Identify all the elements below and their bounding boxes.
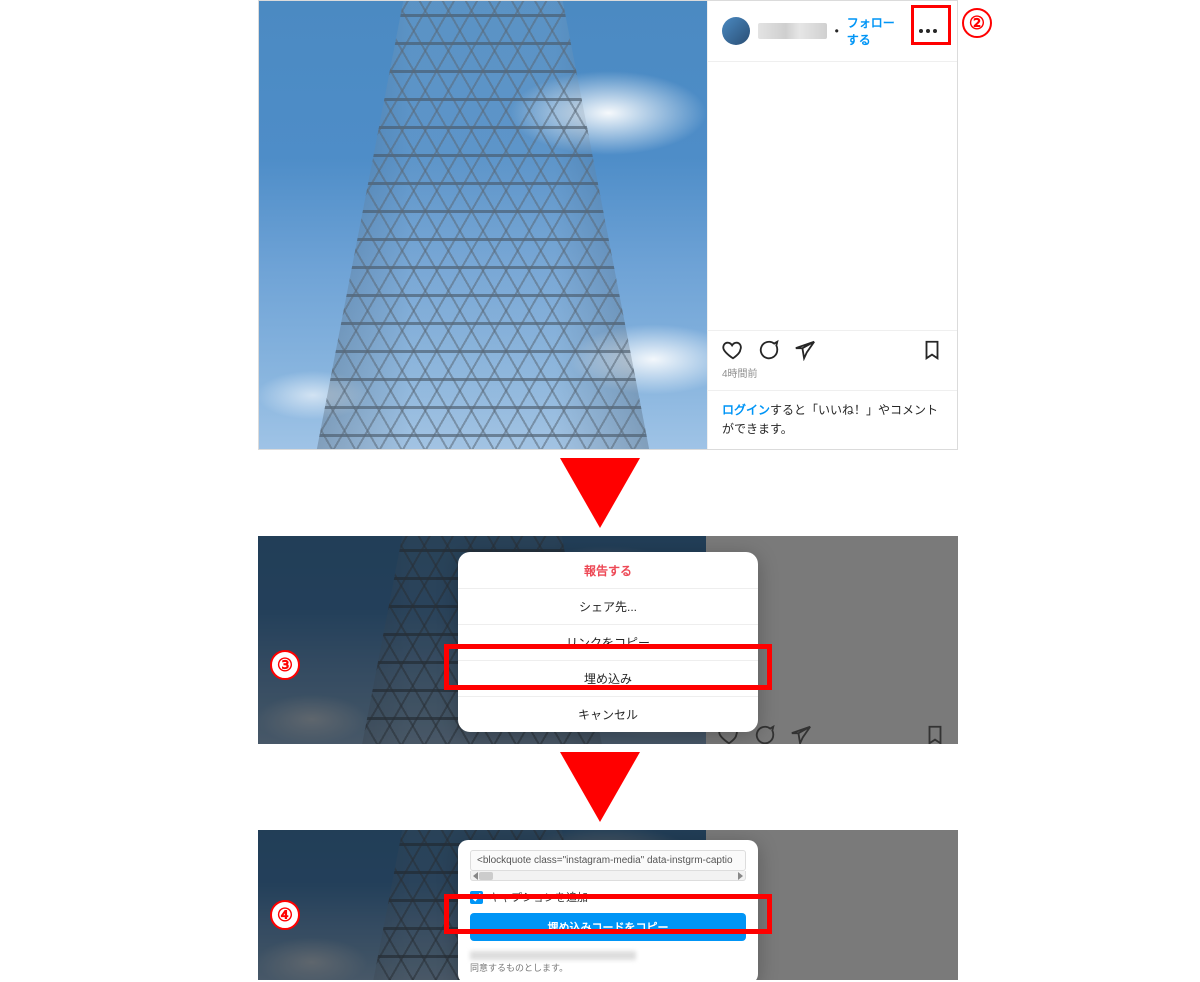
- embed-dialog-screenshot: <blockquote class="instagram-media" data…: [258, 830, 958, 980]
- username-blurred[interactable]: [758, 23, 827, 39]
- menu-item-embed[interactable]: 埋め込み: [458, 660, 758, 696]
- comment-icon[interactable]: [758, 339, 780, 361]
- save-icon[interactable]: [921, 339, 943, 361]
- avatar[interactable]: [722, 17, 750, 45]
- caption-checkbox-label: キャプションを追加: [489, 889, 588, 905]
- callout-2: ②: [962, 8, 992, 38]
- save-icon: [924, 724, 946, 744]
- terms-text: 同意するものとします。: [470, 949, 746, 974]
- timestamp: 4時間前: [708, 365, 957, 390]
- follow-link[interactable]: フォローする: [847, 14, 906, 48]
- scrollbar-thumb[interactable]: [479, 872, 493, 880]
- embed-dialog: <blockquote class="instagram-media" data…: [458, 840, 758, 980]
- scrollbar-horizontal[interactable]: [470, 871, 746, 881]
- menu-item-cancel[interactable]: キャンセル: [458, 696, 758, 732]
- post-sidebar: • フォローする 4時間前 ログインすると「いいね！」やコメントができます。: [707, 1, 957, 449]
- login-link[interactable]: ログイン: [722, 403, 770, 417]
- terms-blurred: [470, 951, 636, 960]
- terms-tail: 同意するものとします。: [470, 963, 568, 973]
- menu-item-share[interactable]: シェア先...: [458, 588, 758, 624]
- arrow-down-icon: [560, 752, 640, 822]
- more-options-button[interactable]: [914, 13, 943, 49]
- callout-3: ③: [270, 650, 300, 680]
- copy-embed-code-button[interactable]: 埋め込みコードをコピー: [470, 913, 746, 941]
- menu-item-report[interactable]: 報告する: [458, 552, 758, 588]
- like-icon[interactable]: [722, 339, 744, 361]
- more-icon: [919, 29, 937, 33]
- separator-dot: •: [835, 24, 839, 38]
- context-menu-screenshot: 報告する シェア先... リンクをコピー 埋め込み キャンセル ③: [258, 536, 958, 744]
- caption-checkbox-row[interactable]: キャプションを追加: [470, 889, 746, 905]
- login-prompt: ログインすると「いいね！」やコメントができます。: [708, 390, 957, 449]
- callout-4: ④: [270, 900, 300, 930]
- post-action-bar: [708, 330, 957, 365]
- arrow-down-icon: [560, 458, 640, 528]
- post-comments-area: [708, 62, 957, 330]
- embed-code-field[interactable]: <blockquote class="instagram-media" data…: [470, 850, 746, 871]
- share-icon[interactable]: [794, 339, 816, 361]
- caption-checkbox[interactable]: [470, 891, 483, 904]
- instagram-post: • フォローする 4時間前 ログインすると「いいね！」やコメントができます。: [258, 0, 958, 450]
- post-image: [259, 1, 707, 449]
- comment-icon: [754, 724, 776, 744]
- share-icon: [790, 724, 812, 744]
- post-header: • フォローする: [708, 1, 957, 62]
- context-menu: 報告する シェア先... リンクをコピー 埋め込み キャンセル: [458, 552, 758, 732]
- menu-item-copy-link[interactable]: リンクをコピー: [458, 624, 758, 660]
